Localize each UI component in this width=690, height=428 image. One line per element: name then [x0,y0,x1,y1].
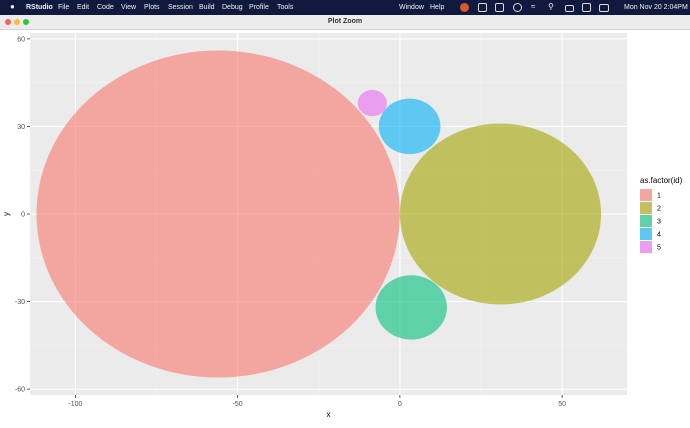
menu-app-name[interactable]: RStudio [26,3,53,12]
menu-plots[interactable]: Plots [144,3,160,12]
control-center-icon[interactable] [565,5,574,12]
display-icon[interactable] [582,3,591,12]
legend-key-4 [640,228,652,240]
plot-area: -100 -50 0 50 -60 -30 0 30 60 x y as.factor(id) 1 2 3 4… [0,30,690,423]
menu-edit[interactable]: Edit [77,3,89,12]
menu-code[interactable]: Code [97,3,114,12]
wifi-icon[interactable]: ≈ [531,2,535,11]
window-titlebar: Plot Zoom [0,15,690,30]
x-axis-title: x [327,410,331,419]
bubble-2 [399,123,602,305]
bubble-3 [375,275,447,340]
legend-label: 5 [657,245,661,252]
legend-title: as.factor(id) [640,176,683,185]
y-tick-label: -60 [15,387,25,394]
legend-key-2 [640,202,652,214]
window-title: Plot Zoom [327,18,363,25]
legend-label: 3 [657,219,661,226]
search-icon[interactable]: ⚲ [548,2,554,11]
legend-key-1 [640,189,652,201]
menu-window[interactable]: Window [399,3,424,12]
bubble-1 [36,50,400,378]
y-tick-label: 60 [17,36,25,43]
apple-icon[interactable]: ● [10,2,15,11]
menu-clock[interactable]: Mon Nov 20 2:04PM [624,3,688,12]
legend-key-3 [640,215,652,227]
menu-help[interactable]: Help [430,3,444,12]
y-axis-title: y [2,212,11,216]
menu-profile[interactable]: Profile [249,3,269,12]
status-clipboard-icon[interactable] [478,3,487,12]
battery-icon[interactable] [599,4,609,12]
x-tick-label: -50 [233,401,243,408]
bubble-chart: -100 -50 0 50 -60 -30 0 30 60 x y as.factor(id) 1 2 3 4… [2,33,683,419]
legend-label: 1 [657,193,661,200]
x-tick-label: 50 [558,401,566,408]
menu-tools[interactable]: Tools [277,3,293,12]
bubble-4 [378,98,441,155]
legend-key-5 [640,241,652,253]
y-tick-label: 0 [21,212,25,219]
bubble-5 [357,89,387,117]
menu-file[interactable]: File [58,3,69,12]
status-sync-icon[interactable] [513,3,522,12]
menu-build[interactable]: Build [199,3,215,12]
legend-label: 2 [657,206,661,213]
menu-debug[interactable]: Debug [222,3,243,12]
menu-bar: ● RStudio File Edit Code View Plots Sess… [0,0,690,15]
y-tick-label: 30 [17,124,25,131]
x-tick-label: 0 [398,401,402,408]
menu-session[interactable]: Session [168,3,193,12]
legend-label: 4 [657,232,661,239]
status-app-icon[interactable] [460,3,469,12]
x-tick-label: -100 [68,401,82,408]
menu-view[interactable]: View [121,3,136,12]
y-tick-label: -30 [15,299,25,306]
status-dropbox-icon[interactable] [495,3,504,12]
